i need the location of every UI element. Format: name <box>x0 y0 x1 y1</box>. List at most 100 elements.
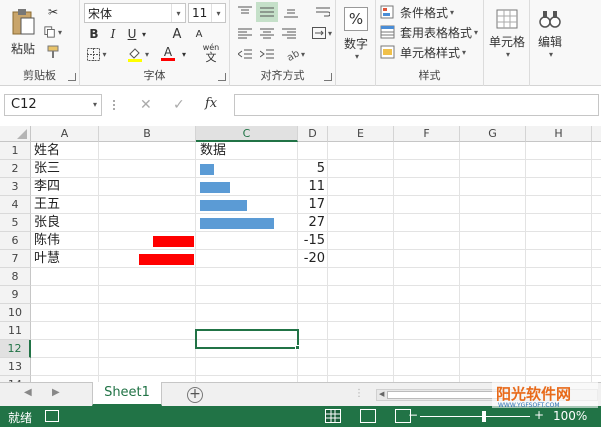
name-box[interactable]: C12 ▾ <box>4 94 102 116</box>
cell-c1[interactable]: 数据 <box>200 142 226 160</box>
font-color-icon[interactable]: A <box>154 46 182 62</box>
insert-function-icon[interactable]: fx <box>205 96 217 111</box>
cells-button[interactable]: 单元格 ▾ <box>486 4 528 64</box>
increase-indent-icon[interactable] <box>258 46 276 62</box>
decrease-indent-icon[interactable] <box>236 46 254 62</box>
row-header[interactable]: 3 <box>0 178 31 196</box>
align-left-icon[interactable] <box>236 25 254 41</box>
cell-d7[interactable]: -20 <box>298 250 325 268</box>
spreadsheet-grid[interactable]: A B C D E F G H 1 2 3 4 5 6 7 8 9 10 11 … <box>0 126 601 382</box>
fill-handle[interactable] <box>295 345 300 350</box>
scroll-tabs-left-icon[interactable]: ◀ <box>24 387 32 398</box>
align-right-icon[interactable] <box>280 25 298 41</box>
cut-icon[interactable]: ✂ <box>44 4 62 20</box>
select-all-corner[interactable] <box>0 126 31 142</box>
enter-icon[interactable]: ✓ <box>173 97 185 113</box>
tab-split-icon[interactable]: ⋮ <box>354 388 364 399</box>
formula-input[interactable] <box>234 94 599 116</box>
cell-d5[interactable]: 27 <box>298 214 325 232</box>
row-header[interactable]: 1 <box>0 142 31 160</box>
fill-color-icon[interactable]: ▾ <box>124 46 152 62</box>
column-header-e[interactable]: E <box>328 126 394 142</box>
add-sheet-icon[interactable]: + <box>187 387 203 403</box>
column-header-h[interactable]: H <box>526 126 592 142</box>
chevron-down-icon: ▾ <box>505 50 510 59</box>
cancel-icon[interactable]: ✕ <box>140 97 152 113</box>
column-header-g[interactable]: G <box>460 126 526 142</box>
cell-a4[interactable]: 王五 <box>34 196 60 214</box>
font-name-select[interactable]: 宋体 ▾ <box>84 3 186 23</box>
macro-record-icon[interactable] <box>45 410 59 422</box>
align-middle-icon[interactable] <box>256 2 278 22</box>
sheet-tab-sheet1[interactable]: Sheet1 <box>92 382 162 406</box>
orientation-icon[interactable]: ab ▾ <box>282 46 308 62</box>
number-group: % 数字 ▾ <box>336 0 376 86</box>
bold-button[interactable]: B <box>86 26 102 42</box>
row-header[interactable]: 12 <box>0 340 31 358</box>
editing-button[interactable]: 编辑 ▾ <box>532 4 568 64</box>
zoom-level[interactable]: 100% <box>553 409 587 423</box>
row-header[interactable]: 10 <box>0 304 31 322</box>
align-top-icon[interactable] <box>236 4 254 20</box>
scrollbar-thumb[interactable] <box>387 391 507 399</box>
column-header-c[interactable]: C <box>196 126 298 142</box>
cell-a6[interactable]: 陈伟 <box>34 232 60 250</box>
cell-d2[interactable]: 5 <box>298 160 325 178</box>
zoom-in-button[interactable]: + <box>534 408 544 422</box>
cell-a7[interactable]: 叶慧 <box>34 250 60 268</box>
page-layout-view-icon[interactable] <box>360 409 376 423</box>
selected-cell-c12[interactable] <box>195 329 299 349</box>
underline-button[interactable]: U <box>124 26 140 42</box>
shrink-font-button[interactable]: A <box>190 26 208 42</box>
border-icon[interactable]: ▾ <box>86 46 108 62</box>
column-header-a[interactable]: A <box>31 126 99 142</box>
italic-button[interactable]: I <box>105 26 121 42</box>
align-center-icon[interactable] <box>258 25 276 41</box>
column-header-f[interactable]: F <box>394 126 460 142</box>
cell-d6[interactable]: -15 <box>298 232 325 250</box>
cell-a1[interactable]: 姓名 <box>34 142 60 160</box>
format-as-table-button[interactable]: 套用表格格式 ▾ <box>380 23 482 41</box>
zoom-out-button[interactable]: − <box>408 408 418 422</box>
align-bottom-icon[interactable] <box>282 4 300 20</box>
row-header[interactable]: 8 <box>0 268 31 286</box>
normal-view-icon[interactable] <box>325 409 341 423</box>
conditional-format-button[interactable]: 条件格式 ▾ <box>380 3 482 21</box>
cell-styles-button[interactable]: 单元格样式 ▾ <box>380 43 482 61</box>
phonetic-icon[interactable]: wén 文 <box>198 42 224 64</box>
row-header[interactable]: 9 <box>0 286 31 304</box>
row-header[interactable]: 6 <box>0 232 31 250</box>
copy-icon[interactable]: ▾ <box>44 24 62 40</box>
cell-a3[interactable]: 李四 <box>34 178 60 196</box>
cell-a2[interactable]: 张三 <box>34 160 60 178</box>
underline-dropdown-icon[interactable]: ▾ <box>140 26 148 42</box>
number-format-button[interactable]: % 数字 ▾ <box>338 4 374 64</box>
cells-icon <box>496 9 518 29</box>
grow-font-button[interactable]: A <box>168 26 186 42</box>
row-header[interactable]: 4 <box>0 196 31 214</box>
row-header[interactable]: 2 <box>0 160 31 178</box>
paste-button[interactable]: 粘贴 <box>6 4 40 60</box>
cell-a5[interactable]: 张良 <box>34 214 60 232</box>
alignment-launcher-icon[interactable] <box>324 73 332 81</box>
scroll-left-icon[interactable]: ◀ <box>379 390 384 398</box>
column-header-b[interactable]: B <box>99 126 196 142</box>
clipboard-launcher-icon[interactable] <box>68 73 76 81</box>
row-header[interactable]: 5 <box>0 214 31 232</box>
row-header[interactable]: 7 <box>0 250 31 268</box>
cell-d3[interactable]: 11 <box>298 178 325 196</box>
row-header[interactable]: 13 <box>0 358 31 376</box>
format-painter-icon[interactable] <box>44 44 62 60</box>
font-size-select[interactable]: 11 ▾ <box>188 3 226 23</box>
wrap-text-icon[interactable] <box>314 4 332 20</box>
zoom-slider[interactable] <box>420 416 530 417</box>
font-launcher-icon[interactable] <box>218 73 226 81</box>
row-header[interactable]: 11 <box>0 322 31 340</box>
zoom-slider-thumb[interactable] <box>482 411 486 422</box>
conditional-format-icon <box>380 5 394 19</box>
merge-center-icon[interactable]: ▾ <box>310 25 334 41</box>
scroll-tabs-right-icon[interactable]: ▶ <box>52 387 60 398</box>
column-header-d[interactable]: D <box>298 126 328 142</box>
cell-d4[interactable]: 17 <box>298 196 325 214</box>
font-color-dropdown-icon[interactable]: ▾ <box>180 46 188 62</box>
